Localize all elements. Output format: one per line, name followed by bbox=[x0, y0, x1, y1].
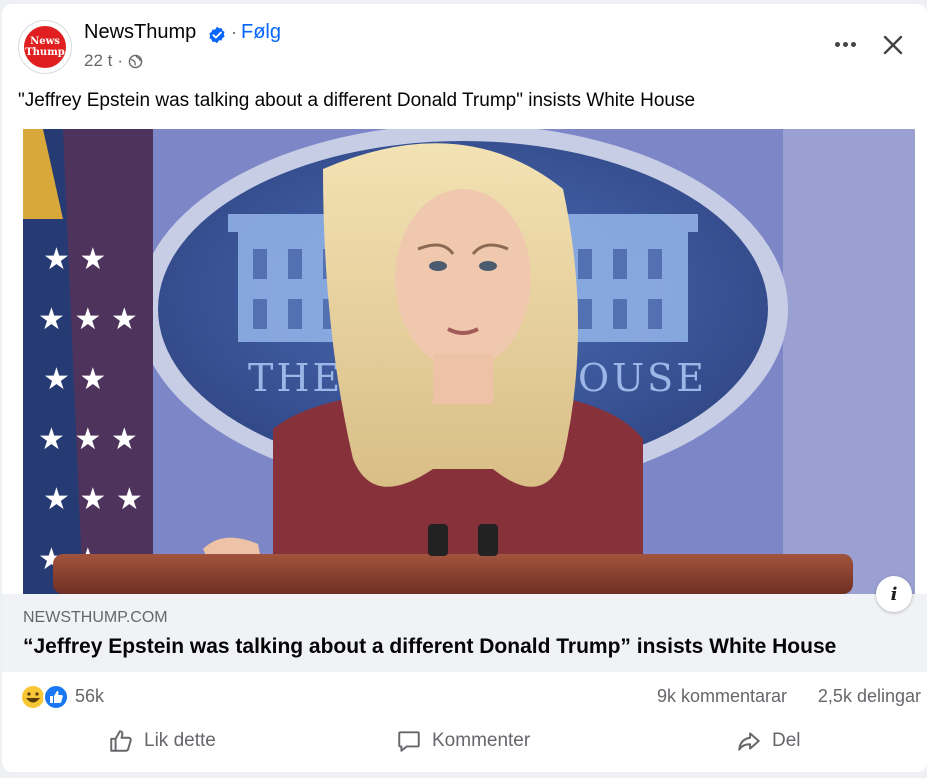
post-meta: 22 t · bbox=[84, 51, 143, 71]
seal-text-left: THE bbox=[248, 356, 343, 400]
svg-text:★ ★: ★ ★ bbox=[43, 242, 106, 277]
like-label: Lik dette bbox=[144, 730, 216, 751]
share-count[interactable]: 2,5k delingar bbox=[818, 686, 921, 707]
verified-badge-icon bbox=[209, 26, 225, 44]
thumbs-up-icon bbox=[110, 730, 132, 752]
seal-text-right: OUSE bbox=[578, 356, 707, 400]
logo-text-line2: Thump bbox=[25, 47, 65, 58]
separator-dot: · bbox=[231, 22, 237, 42]
post-card: News Thump NewsThump · Følg 22 t · "Jeff… bbox=[2, 4, 927, 772]
post-time[interactable]: 22 t bbox=[84, 51, 112, 71]
link-headline[interactable]: “Jeffrey Epstein was talking about a dif… bbox=[23, 635, 836, 659]
more-dot bbox=[850, 41, 856, 47]
svg-text:★ ★: ★ ★ bbox=[43, 362, 106, 397]
separator-dot: · bbox=[117, 51, 124, 70]
newsthump-logo: News Thump bbox=[22, 24, 68, 70]
logo-text-line1: News bbox=[30, 36, 60, 47]
svg-text:★ ★ ★: ★ ★ ★ bbox=[38, 302, 138, 337]
follow-button[interactable]: Følg bbox=[241, 21, 281, 44]
globe-icon bbox=[128, 54, 143, 68]
action-bar: Lik dette Kommenter Del bbox=[2, 716, 927, 766]
more-options-button[interactable] bbox=[828, 32, 862, 56]
link-domain: NEWSTHUMP.COM bbox=[23, 609, 168, 626]
comment-button[interactable]: Kommenter bbox=[396, 716, 530, 766]
post-stats: 56k 9k kommentarar 2,5k delingar bbox=[2, 678, 927, 714]
info-icon[interactable]: i bbox=[876, 576, 912, 612]
comment-count[interactable]: 9k kommentarar bbox=[657, 686, 787, 707]
press-briefing-photo: THE OUSE ★ ★ ★ ★ ★ ★ ★ ★ ★ ★ ★ ★ ★ ★ ★ bbox=[23, 129, 915, 594]
share-button[interactable]: Del bbox=[736, 716, 801, 766]
comment-icon bbox=[398, 731, 420, 752]
share-arrow-icon bbox=[738, 732, 760, 751]
more-dot bbox=[842, 41, 848, 47]
link-preview[interactable]: NEWSTHUMP.COM “Jeffrey Epstein was talki… bbox=[2, 594, 927, 672]
close-icon[interactable] bbox=[878, 30, 908, 60]
like-button[interactable]: Lik dette bbox=[108, 716, 216, 766]
svg-text:★ ★ ★: ★ ★ ★ bbox=[38, 422, 138, 457]
comment-label: Kommenter bbox=[432, 730, 531, 751]
post-header: News Thump NewsThump · Følg 22 t · "Jeff… bbox=[2, 4, 927, 134]
flag: ★ ★ ★ ★ ★ ★ ★ ★ ★ ★ ★ ★ ★ ★ ★ bbox=[23, 129, 153, 594]
share-label: Del bbox=[772, 730, 801, 751]
svg-text:★ ★ ★: ★ ★ ★ bbox=[43, 482, 143, 517]
reactions-icons[interactable] bbox=[20, 684, 72, 710]
post-caption: "Jeffrey Epstein was talking about a dif… bbox=[18, 90, 696, 111]
reaction-count[interactable]: 56k bbox=[75, 686, 104, 707]
more-dot bbox=[834, 41, 840, 47]
page-name[interactable]: NewsThump bbox=[84, 21, 196, 44]
post-image[interactable]: THE OUSE ★ ★ ★ ★ ★ ★ ★ ★ ★ ★ ★ ★ ★ ★ ★ bbox=[23, 129, 915, 594]
avatar[interactable]: News Thump bbox=[18, 20, 72, 74]
